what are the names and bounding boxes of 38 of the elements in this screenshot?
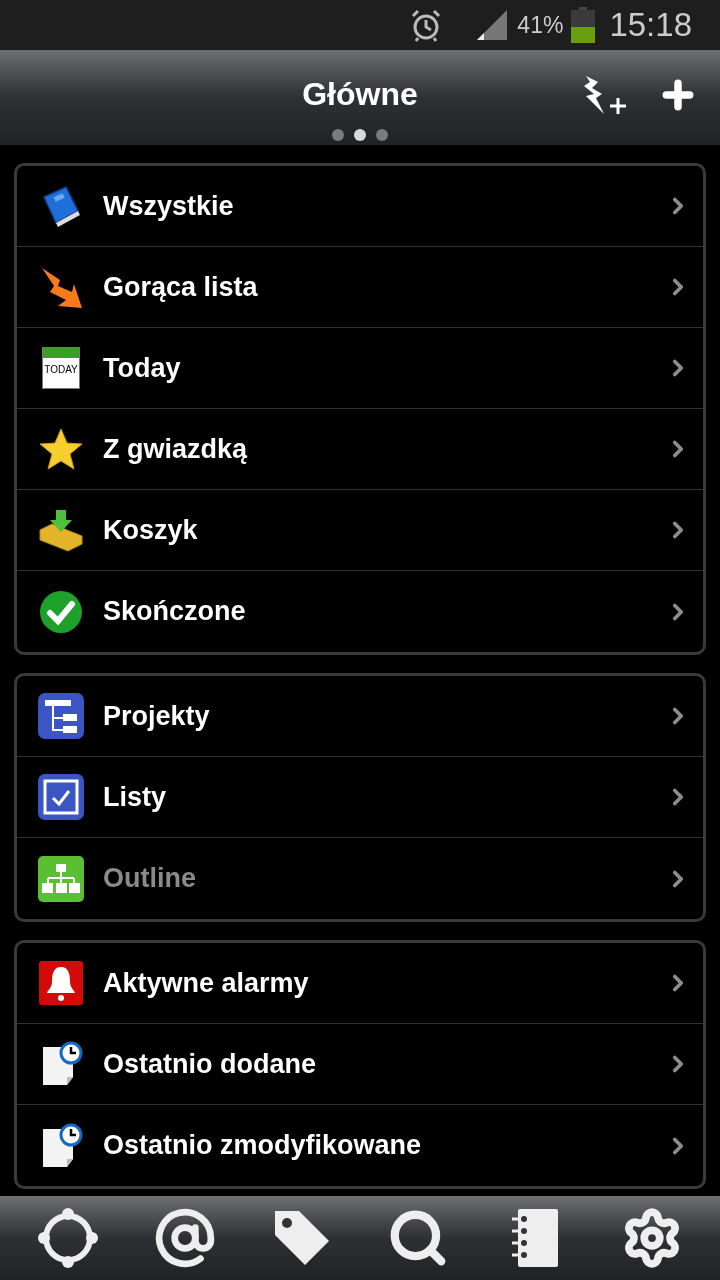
menu-item-label: Gorąca lista xyxy=(103,270,259,304)
org-chart-icon xyxy=(37,854,85,903)
ring-icon xyxy=(37,1207,100,1269)
at-sign-icon xyxy=(154,1207,216,1269)
checkbox-icon xyxy=(37,773,85,821)
menu-item[interactable]: Listy xyxy=(17,757,703,838)
hierarchy-icon xyxy=(37,692,85,740)
battery-percent: 41% xyxy=(517,10,564,40)
menu-item[interactable]: Skończone xyxy=(17,571,703,652)
menu-item-label: Koszyk xyxy=(103,513,199,547)
menu-item[interactable]: Wszystkie xyxy=(17,166,703,247)
menu-item-label: Wszystkie xyxy=(103,189,235,223)
menu-item[interactable]: Aktywne alarmy xyxy=(17,943,703,1024)
signal-icon xyxy=(475,8,510,42)
menu-item[interactable]: Ostatnio zmodyfikowane xyxy=(17,1105,703,1186)
menu-item-label: Projekty xyxy=(103,699,211,733)
menu-item-label: Z gwiazdką xyxy=(103,432,249,466)
menu-item-label: Ostatnio dodane xyxy=(103,1047,317,1081)
battery-icon xyxy=(571,7,596,43)
menu-item-label: Ostatnio zmodyfikowane xyxy=(103,1129,423,1163)
menu-item-label: Skończone xyxy=(103,595,247,629)
inbox-tray-icon xyxy=(38,508,84,552)
page-title: Główne xyxy=(302,74,418,114)
menu-item-label: Today xyxy=(103,351,182,385)
menu-item[interactable]: TODAY Today xyxy=(17,328,703,409)
menu-item[interactable]: Ostatnio dodane xyxy=(17,1024,703,1105)
menu-item-label: Listy xyxy=(103,780,168,814)
menu-item[interactable]: Projekty xyxy=(17,676,703,757)
check-icon xyxy=(39,589,83,634)
menu-item[interactable]: Z gwiazdką xyxy=(17,409,703,490)
menu-item[interactable]: Gorąca lista xyxy=(17,247,703,328)
clock-time: 15:18 xyxy=(609,5,692,46)
menu-item[interactable]: Koszyk xyxy=(17,490,703,571)
star-icon xyxy=(39,428,83,470)
bell-icon xyxy=(38,960,84,1006)
menu-item-label: Outline xyxy=(103,862,197,896)
menu-item-label: Aktywne alarmy xyxy=(103,966,310,1000)
calendar-icon: TODAY xyxy=(42,347,80,389)
